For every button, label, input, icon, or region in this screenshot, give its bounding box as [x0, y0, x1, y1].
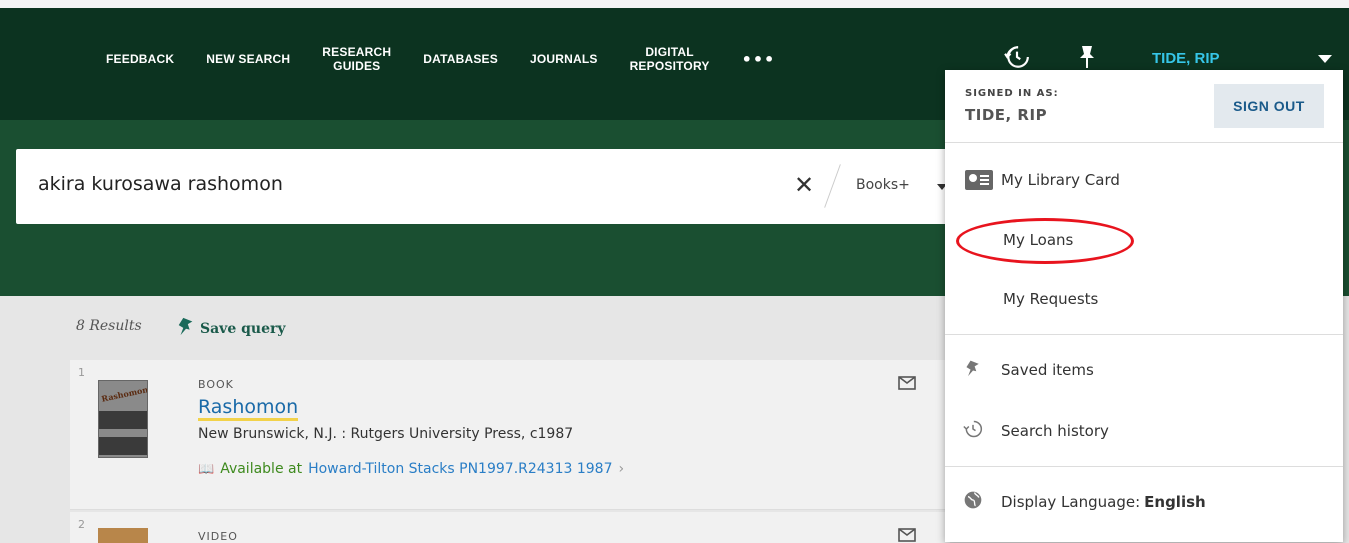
- menu-item-label: Saved items: [1001, 361, 1094, 379]
- chevron-down-icon[interactable]: [1318, 55, 1332, 63]
- save-query-label: Save query: [200, 320, 286, 337]
- menu-item-loans[interactable]: My Loans: [945, 220, 1343, 260]
- cover-title: Rashomon: [100, 384, 148, 404]
- availability-status: Available at: [220, 461, 303, 477]
- result-item[interactable]: 1 Rashomon BOOK Rashomon New Brunswick, …: [70, 360, 950, 510]
- menu-item-display-language[interactable]: Display Language: English: [945, 482, 1343, 522]
- search-bar: ✕ Books+: [16, 149, 956, 224]
- menu-item-label: Display Language:: [1001, 493, 1141, 511]
- menu-item-saved-items[interactable]: Saved items: [945, 350, 1343, 390]
- menu-divider: [945, 142, 1343, 143]
- menu-item-requests[interactable]: My Requests: [945, 279, 1343, 319]
- menu-divider: [945, 466, 1343, 467]
- availability-location: Howard-Tilton Stacks PN1997.R24313 1987: [308, 461, 613, 477]
- results-count: 8 Results: [76, 318, 142, 334]
- pin-icon: [176, 316, 196, 341]
- close-icon[interactable]: ✕: [794, 171, 814, 199]
- menu-item-search-history[interactable]: Search history: [945, 411, 1343, 451]
- user-menu-dropdown: SIGNED IN AS: TIDE, RIP SIGN OUT My Libr…: [945, 70, 1343, 542]
- email-icon[interactable]: [898, 374, 916, 395]
- history-icon: [945, 419, 1001, 444]
- pin-icon: [945, 359, 1001, 382]
- nav-research-guides[interactable]: RESEARCH GUIDES: [306, 45, 407, 73]
- nav-databases[interactable]: DATABASES: [407, 52, 514, 66]
- nav-digital-repository[interactable]: DIGITAL REPOSITORY: [614, 45, 726, 73]
- result-item[interactable]: 2 VIDEO: [70, 512, 950, 543]
- availability-link[interactable]: 📖 Available at Howard-Tilton Stacks PN19…: [198, 461, 624, 477]
- book-cover-thumbnail[interactable]: Rashomon: [98, 380, 148, 458]
- user-name-button[interactable]: TIDE, RIP: [1152, 50, 1220, 67]
- signed-in-label: SIGNED IN AS:: [965, 88, 1059, 99]
- email-icon[interactable]: [898, 526, 916, 543]
- save-query-button[interactable]: Save query: [176, 316, 285, 341]
- search-divider: [824, 164, 841, 208]
- menu-item-label: My Library Card: [1001, 171, 1120, 189]
- menu-item-library-card[interactable]: My Library Card: [945, 160, 1343, 200]
- menu-divider: [945, 334, 1343, 335]
- menu-item-label: My Loans: [1003, 231, 1074, 249]
- main-nav: FEEDBACK NEW SEARCH RESEARCH GUIDES DATA…: [90, 8, 791, 110]
- result-type: BOOK: [198, 378, 234, 391]
- video-thumbnail[interactable]: [98, 528, 148, 543]
- menu-item-label: My Requests: [1003, 290, 1099, 308]
- sign-out-button[interactable]: SIGN OUT: [1214, 84, 1324, 128]
- top-strip: [0, 0, 1349, 8]
- search-scope-select[interactable]: Books+: [856, 177, 910, 193]
- search-input[interactable]: [38, 173, 758, 195]
- globe-icon: [945, 490, 1001, 515]
- nav-journals[interactable]: JOURNALS: [514, 52, 614, 66]
- display-language-value: English: [1144, 493, 1206, 511]
- result-number: 2: [78, 518, 85, 531]
- result-number: 1: [78, 366, 85, 379]
- nav-more-button[interactable]: •••: [726, 50, 792, 69]
- chevron-right-icon: ›: [618, 461, 625, 477]
- nav-feedback[interactable]: FEEDBACK: [90, 52, 190, 66]
- result-type: VIDEO: [198, 530, 238, 543]
- menu-item-label: Search history: [1001, 422, 1109, 440]
- result-publication: New Brunswick, N.J. : Rutgers University…: [198, 426, 574, 442]
- id-card-icon: [965, 170, 993, 190]
- signed-in-user: TIDE, RIP: [965, 106, 1048, 124]
- nav-new-search[interactable]: NEW SEARCH: [190, 52, 306, 66]
- result-title-link[interactable]: Rashomon: [198, 396, 299, 421]
- book-icon: 📖: [198, 461, 215, 477]
